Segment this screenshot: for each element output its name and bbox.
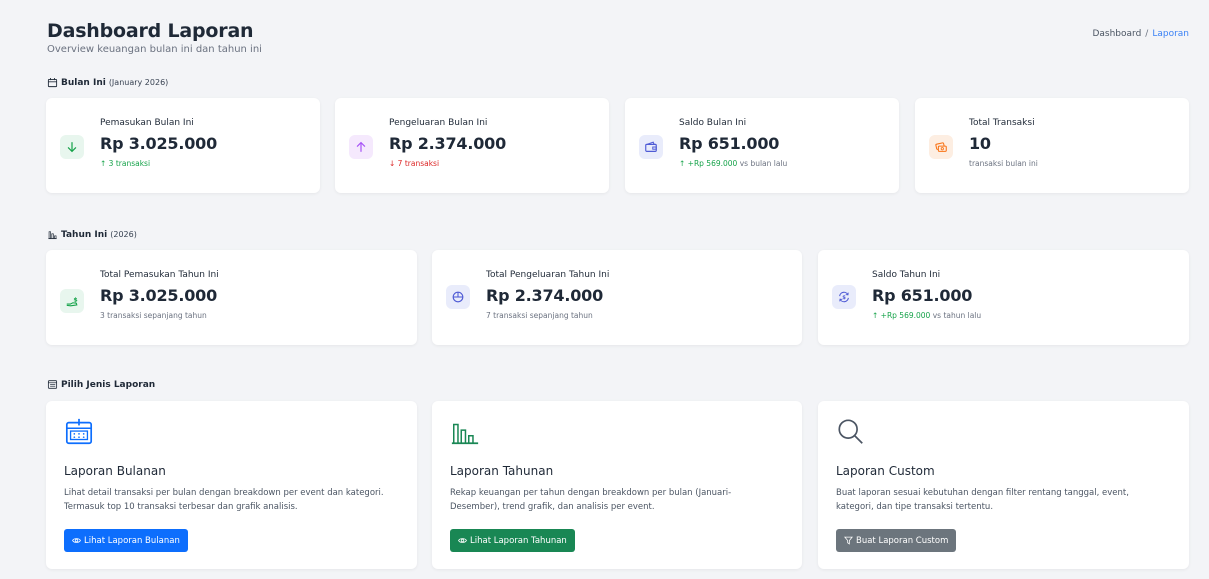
currency-exchange-icon: $ xyxy=(832,285,856,309)
stat-value: Rp 651.000 xyxy=(679,134,780,153)
stat-label: Pengeluaran Bulan Ini xyxy=(389,118,488,128)
stat-label: Total Transaksi xyxy=(969,118,1035,128)
stat-card-balance-year: $ Saldo Tahun Ini Rp 651.000 ↑ +Rp 569.0… xyxy=(818,250,1189,345)
svg-text:$: $ xyxy=(73,296,77,303)
list-icon xyxy=(47,380,58,389)
button-label: Buat Laporan Custom xyxy=(856,535,949,546)
report-card-custom: Laporan Custom Buat laporan sesuai kebut… xyxy=(818,401,1189,569)
filter-icon xyxy=(844,536,853,545)
stat-label: Saldo Tahun Ini xyxy=(872,270,941,280)
money-hand-icon: $ xyxy=(60,289,84,313)
eye-icon xyxy=(72,538,81,543)
stat-label: Saldo Bulan Ini xyxy=(679,118,747,128)
bar-chart-icon xyxy=(451,423,479,445)
stat-label: Total Pemasukan Tahun Ini xyxy=(100,270,219,280)
stat-label: Total Pengeluaran Tahun Ini xyxy=(486,270,610,280)
section-monthly-title: Bulan Ini xyxy=(61,77,106,88)
stat-note: ↓ 7 transaksi xyxy=(389,159,440,168)
section-yearly: Tahun Ini (2026) xyxy=(47,229,137,240)
page-subtitle: Overview keuangan bulan ini dan tahun in… xyxy=(47,44,262,55)
stat-value: Rp 2.374.000 xyxy=(389,134,507,153)
stat-card-total-transactions: Total Transaksi 10 transaksi bulan ini xyxy=(915,98,1189,193)
breadcrumb-current: Laporan xyxy=(1152,29,1189,39)
stat-note-arrow: ↑ xyxy=(679,159,688,168)
view-monthly-report-button[interactable]: Lihat Laporan Bulanan xyxy=(64,529,188,552)
report-card-yearly: Laporan Tahunan Rekap keuangan per tahun… xyxy=(432,401,802,569)
report-description: Lihat detail transaksi per bulan dengan … xyxy=(64,488,384,512)
eye-icon xyxy=(458,538,467,543)
stat-note: 3 transaksi sepanjang tahun xyxy=(100,311,207,320)
stat-note-amount: +Rp 569.000 xyxy=(880,311,931,320)
stat-note: ↑ +Rp 569.000 vs tahun lalu xyxy=(872,311,981,320)
stat-value: Rp 651.000 xyxy=(872,286,973,305)
stat-card-income-month: Pemasukan Bulan Ini Rp 3.025.000 ↑ 3 tra… xyxy=(46,98,320,193)
section-monthly: Bulan Ini (January 2026) xyxy=(47,77,168,88)
pie-chart-icon xyxy=(446,285,470,309)
create-custom-report-button[interactable]: Buat Laporan Custom xyxy=(836,529,957,552)
stat-card-expense-month: Pengeluaran Bulan Ini Rp 2.374.000 ↓ 7 t… xyxy=(335,98,609,193)
button-label: Lihat Laporan Bulanan xyxy=(84,535,180,546)
stat-note-arrow: ↑ xyxy=(872,311,881,320)
section-yearly-title: Tahun Ini xyxy=(61,229,108,240)
bar-chart-icon xyxy=(48,231,57,240)
breadcrumb-separator: / xyxy=(1145,29,1149,39)
section-yearly-period: (2026) xyxy=(110,230,137,239)
stat-card-income-year: $ Total Pemasukan Tahun Ini Rp 3.025.000… xyxy=(46,250,417,345)
stat-note-text: vs tahun lalu xyxy=(930,311,982,320)
section-monthly-period: (January 2026) xyxy=(108,78,169,87)
wallet-icon xyxy=(639,135,663,159)
stat-label: Pemasukan Bulan Ini xyxy=(100,118,194,128)
button-label: Lihat Laporan Tahunan xyxy=(470,535,567,546)
stat-note-amount: +Rp 569.000 xyxy=(687,159,738,168)
breadcrumb-home[interactable]: Dashboard xyxy=(1092,29,1141,39)
stat-note: ↑ +Rp 569.000 vs bulan lalu xyxy=(679,159,787,168)
cash-icon xyxy=(929,135,953,159)
stat-card-balance-month: Saldo Bulan Ini Rp 651.000 ↑ +Rp 569.000… xyxy=(625,98,899,193)
report-title: Laporan Tahunan xyxy=(450,464,554,478)
stat-note-text: vs bulan lalu xyxy=(737,159,788,168)
svg-text:$: $ xyxy=(842,295,846,301)
stat-note: 7 transaksi sepanjang tahun xyxy=(486,311,593,320)
report-title: Laporan Bulanan xyxy=(64,464,166,478)
page-header: Dashboard Laporan Overview keuangan bula… xyxy=(47,20,262,55)
report-description: Buat laporan sesuai kebutuhan dengan fil… xyxy=(836,488,1129,512)
report-title: Laporan Custom xyxy=(836,464,935,478)
search-icon xyxy=(838,419,863,444)
stat-value: 10 xyxy=(969,134,991,153)
page-title: Dashboard Laporan xyxy=(47,20,254,42)
report-description: Rekap keuangan per tahun dengan breakdow… xyxy=(450,488,732,512)
calendar-icon xyxy=(47,78,58,88)
stat-value: Rp 3.025.000 xyxy=(100,134,218,153)
arrow-down-icon xyxy=(60,135,84,159)
stat-value: Rp 2.374.000 xyxy=(486,286,604,305)
stat-note: transaksi bulan ini xyxy=(969,159,1038,168)
stat-note: ↑ 3 transaksi xyxy=(100,159,151,168)
report-card-monthly: Laporan Bulanan Lihat detail transaksi p… xyxy=(46,401,417,569)
section-reports: Pilih Jenis Laporan xyxy=(47,379,155,390)
breadcrumb: Dashboard / Laporan xyxy=(1092,29,1189,39)
stat-value: Rp 3.025.000 xyxy=(100,286,218,305)
arrow-up-icon xyxy=(349,135,373,159)
calendar-icon xyxy=(65,418,93,445)
section-reports-title: Pilih Jenis Laporan xyxy=(61,379,156,390)
stat-card-expense-year: Total Pengeluaran Tahun Ini Rp 2.374.000… xyxy=(432,250,802,345)
view-yearly-report-button[interactable]: Lihat Laporan Tahunan xyxy=(450,529,575,552)
